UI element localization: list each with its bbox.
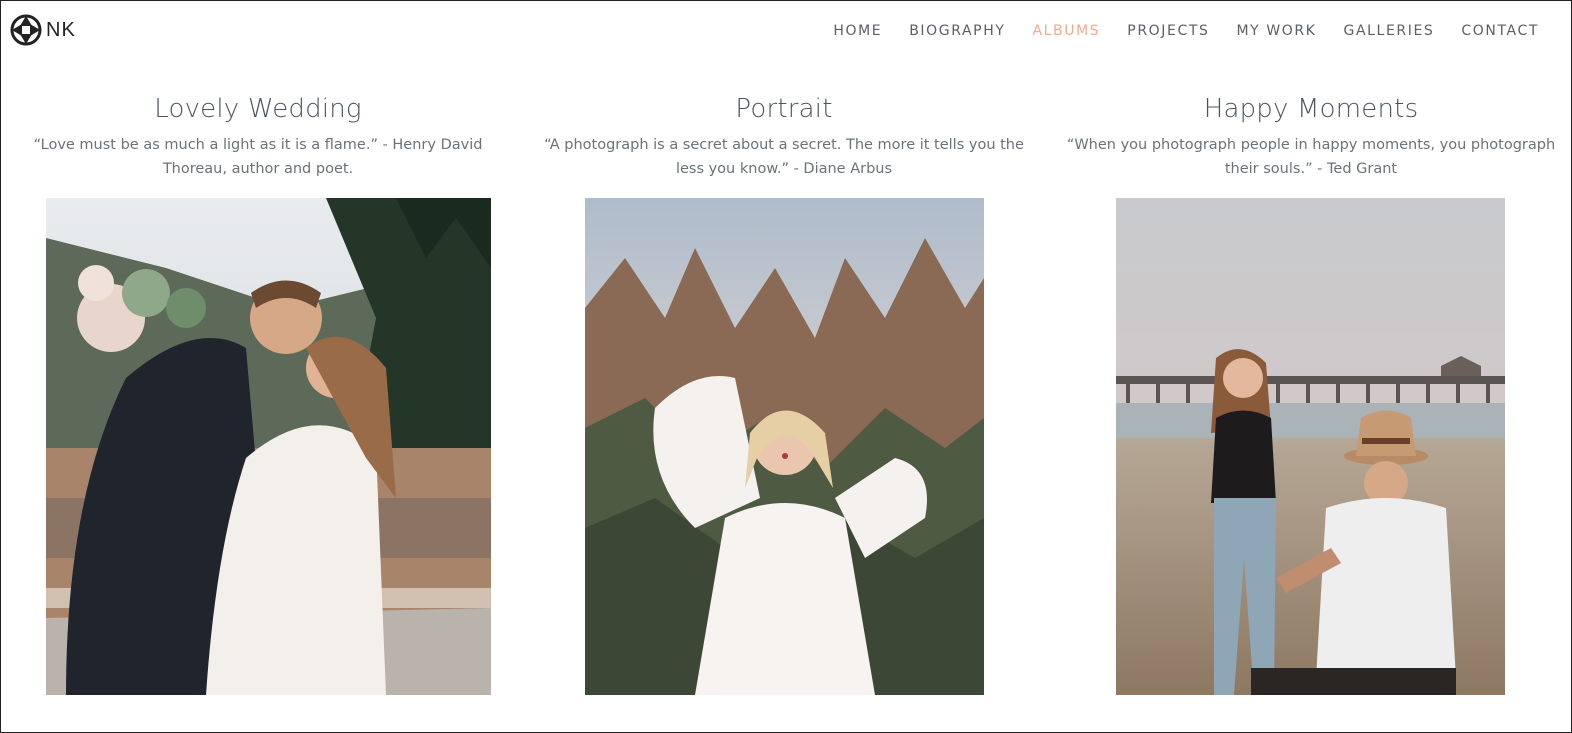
wedding-photo[interactable] <box>46 198 491 695</box>
quote-line: “A photograph is a secret about a secret… <box>544 137 1024 153</box>
album-happy-moments: Happy Moments “When you photograph peopl… <box>1062 92 1560 181</box>
site-logo[interactable]: NK <box>10 14 76 46</box>
nav-contact[interactable]: CONTACT <box>1461 23 1539 39</box>
logo-text: NK <box>46 18 76 41</box>
nav-home[interactable]: HOME <box>833 23 882 39</box>
happy-moments-photo[interactable] <box>1116 198 1505 695</box>
wedding-image <box>46 198 491 695</box>
main-nav: HOME BIOGRAPHY ALBUMS PROJECTS MY WORK G… <box>806 23 1539 39</box>
album-title[interactable]: Portrait <box>534 92 1034 126</box>
portrait-photo[interactable] <box>585 198 984 695</box>
album-portrait: Portrait “A photograph is a secret about… <box>534 92 1034 181</box>
album-title[interactable]: Lovely Wedding <box>18 92 498 126</box>
quote-line: their souls.” - Ted Grant <box>1224 161 1398 177</box>
album-quote: “Love must be as much a light as it is a… <box>18 133 498 181</box>
quote-line: “Love must be as much a light as it is a… <box>33 137 483 153</box>
album-quote: “A photograph is a secret about a secret… <box>534 133 1034 181</box>
quote-line: “When you photograph people in happy mom… <box>1066 137 1556 153</box>
portrait-image <box>585 198 984 695</box>
aperture-icon <box>10 14 42 46</box>
album-title[interactable]: Happy Moments <box>1062 92 1560 126</box>
nav-galleries[interactable]: GALLERIES <box>1344 23 1435 39</box>
album-quote: “When you photograph people in happy mom… <box>1062 133 1560 181</box>
beach-image <box>1116 198 1505 695</box>
nav-albums[interactable]: ALBUMS <box>1032 23 1100 39</box>
nav-my-work[interactable]: MY WORK <box>1236 23 1316 39</box>
quote-line: less you know.” - Diane Arbus <box>675 161 893 177</box>
album-lovely-wedding: Lovely Wedding “Love must be as much a l… <box>18 92 498 181</box>
nav-biography[interactable]: BIOGRAPHY <box>909 23 1005 39</box>
nav-projects[interactable]: PROJECTS <box>1127 23 1209 39</box>
quote-line: Thoreau, author and poet. <box>162 161 354 177</box>
